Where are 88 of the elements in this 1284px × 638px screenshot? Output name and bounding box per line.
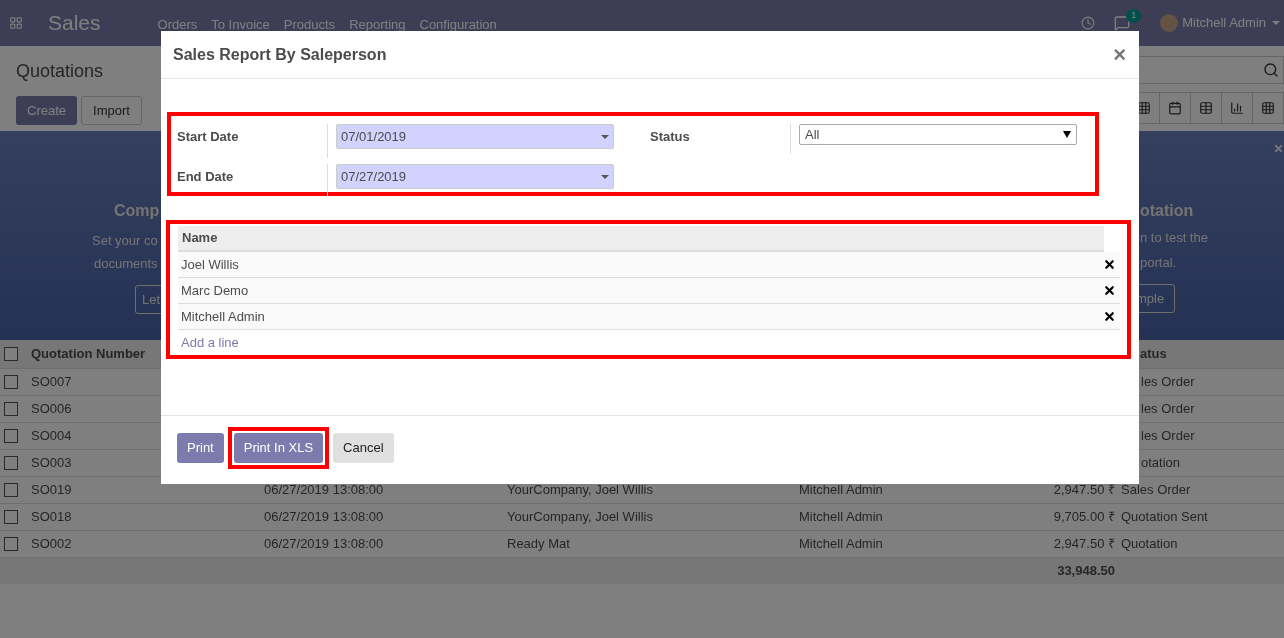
column-header: Name bbox=[178, 226, 1104, 252]
table-cell-text: Quotation bbox=[1120, 535, 1178, 554]
chat-icon[interactable] bbox=[1114, 15, 1131, 31]
user-menu[interactable]: Mitchell Admin bbox=[1182, 13, 1266, 33]
caret-icon bbox=[1272, 21, 1280, 25]
row-checkbox[interactable] bbox=[4, 483, 18, 497]
table-cell-text: Mitchell Admin bbox=[799, 481, 884, 500]
table-cell-text: 06/27/2019 13:08:00 bbox=[264, 508, 385, 527]
row-checkbox[interactable] bbox=[4, 347, 18, 361]
banner-text: portal. bbox=[1140, 253, 1177, 272]
salesperson-name: Marc Demo bbox=[180, 281, 250, 300]
column-header[interactable]: atus bbox=[1139, 344, 1167, 364]
user-avatar bbox=[1160, 14, 1179, 32]
menu-item[interactable]: Configuration bbox=[419, 15, 497, 35]
table-cell-text: SO004 bbox=[30, 427, 73, 446]
delete-icon[interactable] bbox=[1103, 284, 1116, 297]
table-cell-text: SO018 bbox=[30, 508, 73, 527]
delete-icon[interactable] bbox=[1103, 258, 1116, 271]
salesperson-name: Joel Willis bbox=[180, 255, 240, 274]
banner-text: Set your co bbox=[92, 232, 158, 250]
calendar-view-icon[interactable] bbox=[1168, 101, 1182, 115]
dialog-button[interactable]: Print bbox=[177, 432, 224, 463]
table-cell-text: 2,947.50 ₹ bbox=[1052, 481, 1115, 500]
row-checkbox[interactable] bbox=[4, 456, 18, 470]
menu-item[interactable]: Products bbox=[283, 15, 336, 35]
table-cell-text: Mitchell Admin bbox=[799, 535, 884, 554]
notification-badge: 1 bbox=[1126, 9, 1142, 23]
row-checkbox[interactable] bbox=[4, 537, 18, 551]
banner-heading: otation bbox=[1140, 201, 1194, 221]
toolbar-button[interactable]: Create bbox=[16, 96, 78, 125]
table-cell-text: les Order bbox=[1140, 373, 1196, 392]
caret-icon bbox=[601, 134, 609, 139]
add-line-link[interactable]: Add a line bbox=[178, 333, 239, 353]
menu-item[interactable]: To Invoice bbox=[211, 15, 270, 35]
dialog-button[interactable]: Print In XLS bbox=[233, 432, 324, 463]
table-cell-text: les Order bbox=[1140, 400, 1196, 419]
table-cell-text: 06/27/2019 13:08:00 bbox=[264, 481, 385, 500]
table-cell-text: Ready Mat bbox=[507, 535, 571, 554]
delete-icon[interactable] bbox=[1103, 310, 1116, 323]
salesperson-name: Mitchell Admin bbox=[180, 307, 266, 326]
field-label: Start Date bbox=[177, 128, 240, 146]
chart-view-icon[interactable] bbox=[1230, 101, 1244, 115]
close-button[interactable]: × bbox=[1113, 38, 1127, 71]
date-field[interactable]: 07/27/2019 bbox=[336, 164, 614, 189]
menu-item[interactable]: Reporting bbox=[349, 15, 406, 35]
apps-menu-icon[interactable] bbox=[9, 16, 23, 30]
row-checkbox[interactable] bbox=[4, 402, 18, 416]
table-cell-text: SO007 bbox=[30, 373, 73, 392]
table-cell-text: Sales Order bbox=[1120, 481, 1191, 500]
pivot-view-icon[interactable] bbox=[1261, 101, 1275, 115]
menu-item[interactable]: Orders bbox=[157, 15, 198, 35]
table-cell-text: SO006 bbox=[30, 400, 73, 419]
table-cell-text: SO019 bbox=[30, 481, 73, 500]
table-cell-text: Mitchell Admin bbox=[799, 508, 884, 527]
table-cell-text: SO003 bbox=[30, 454, 73, 473]
banner-heading: Comp bbox=[114, 201, 160, 221]
table-cell-text: les Order bbox=[1140, 427, 1196, 446]
caret-icon bbox=[1063, 131, 1071, 138]
list-view-icon[interactable] bbox=[1199, 101, 1213, 115]
table-cell-text: Quotation Sent bbox=[1120, 508, 1208, 527]
dialog-button[interactable]: Cancel bbox=[333, 432, 394, 463]
table-cell-text: otation bbox=[1140, 454, 1182, 473]
row-checkbox[interactable] bbox=[4, 375, 18, 389]
banner-text: documents bbox=[94, 254, 158, 273]
field-label: End Date bbox=[177, 168, 235, 186]
activity-clock-icon[interactable] bbox=[1081, 16, 1096, 30]
app-title: Sales bbox=[48, 10, 101, 37]
date-field[interactable]: 07/01/2019 bbox=[336, 124, 614, 149]
page-title: Quotations bbox=[16, 60, 105, 83]
table-cell-text: 06/27/2019 13:08:00 bbox=[264, 535, 385, 554]
row-checkbox[interactable] bbox=[4, 429, 18, 443]
banner-text: n to test the bbox=[1140, 229, 1208, 247]
table-cell-text: 2,947.50 ₹ bbox=[1052, 535, 1115, 554]
field-label: Status bbox=[649, 128, 691, 146]
kanban-view-icon[interactable] bbox=[1137, 101, 1151, 115]
dialog-title: Sales Report By Saleperson bbox=[173, 44, 387, 65]
toolbar-button[interactable]: Import bbox=[81, 96, 142, 125]
close-icon[interactable] bbox=[1273, 143, 1284, 154]
table-row[interactable]: SO018 06/27/2019 13:08:00 YourCompany, Joel Willis Mitchell Admin 9,705.00 ₹ Quotation Sent bbox=[0, 504, 1284, 531]
caret-icon bbox=[601, 174, 609, 179]
row-checkbox[interactable] bbox=[4, 510, 18, 524]
table-cell-text: SO002 bbox=[30, 535, 73, 554]
table-cell-text: 9,705.00 ₹ bbox=[1052, 508, 1115, 527]
search-icon bbox=[1263, 62, 1279, 78]
table-cell-text: YourCompany, Joel Willis bbox=[507, 481, 654, 500]
table-cell-text: YourCompany, Joel Willis bbox=[507, 508, 654, 527]
total-sum: 33,948.50 bbox=[1056, 562, 1115, 581]
status-select[interactable]: All bbox=[799, 124, 1077, 145]
